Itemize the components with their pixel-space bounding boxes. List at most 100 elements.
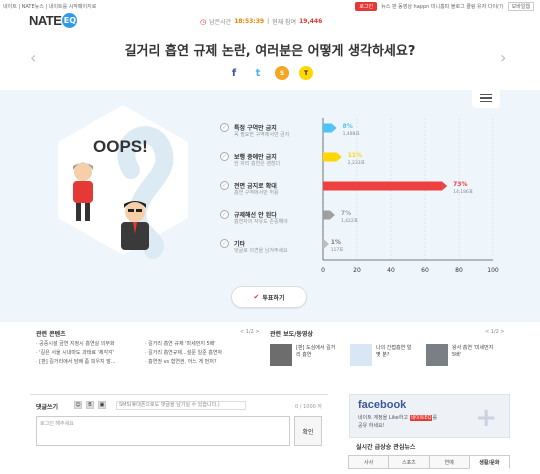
- bar: [323, 239, 324, 249]
- prev-arrow-icon[interactable]: ‹: [30, 48, 36, 67]
- top-bar: 네이트 | NATE뉴스 | 내이트를 시작페이지로 로그인 뉴스 판 동영상 …: [0, 0, 540, 12]
- oops-illustration: OOPS!: [58, 105, 188, 259]
- vote-button-label: 투표하기: [262, 294, 285, 302]
- news-caption[interactable]: [판] 도심에서 길거리 흡연: [296, 345, 336, 359]
- facebook-desc: 네이트 계정을 Like하고 네이트EQ를 공유 하세요!: [358, 414, 437, 430]
- x-tick-label: 60: [421, 267, 429, 274]
- related-link[interactable]: · 길거리 흡연규제...설문 일준 흡연자: [145, 349, 222, 358]
- menu-icon[interactable]: [472, 88, 500, 108]
- x-tick-label: 100: [487, 267, 499, 274]
- x-tick-label: 20: [353, 267, 361, 274]
- x-tick-label: 80: [455, 267, 463, 274]
- related-section: 관련 콘텐츠 < 1/2 > · 공중시설 금연 지정시 흡연실 의무화 · '…: [30, 326, 510, 378]
- facebook-desc-text: 네이트 계정을 Like하고: [358, 415, 408, 421]
- bar-tip: [331, 123, 337, 133]
- participants-label: 현재 참여: [272, 19, 297, 26]
- data-label: 1%: [331, 239, 341, 246]
- next-arrow-icon[interactable]: ›: [500, 48, 506, 67]
- option-check-icon[interactable]: ✓: [220, 152, 229, 161]
- related-link[interactable]: · 길거리 흡연 규제 '마세먼지 5배': [145, 340, 222, 349]
- realtime-tabs: 사사 스포츠 연예 생활/문화: [348, 455, 510, 469]
- news-caption[interactable]: 나의 간접흡연 얼 몇 분?: [376, 345, 416, 359]
- related-list-1: · 공중시설 금연 지정시 흡연실 의무화 · '길은 서울 시내마도 과태료 …: [36, 340, 116, 367]
- tab-society[interactable]: 사사: [348, 455, 390, 469]
- clock-icon: ◷: [200, 17, 207, 26]
- related-pager[interactable]: < 1/2 >: [240, 329, 260, 335]
- plus-icon[interactable]: +: [475, 403, 497, 433]
- mobile-web-button[interactable]: 모바일웹: [507, 2, 534, 11]
- tab-sports[interactable]: 스포츠: [388, 455, 430, 469]
- nate-eq-tag: 네이트EQ: [409, 415, 433, 421]
- x-tick-label: 0: [321, 267, 325, 274]
- related-link[interactable]: · [판] 길거리에서 담배 좀 피우지 말...: [36, 358, 116, 367]
- related-link[interactable]: · '길은 서울 시내마도 과태료 '제각각': [36, 349, 116, 358]
- bar: [323, 210, 330, 220]
- realtime-news-title: 실시간 급상승 관심뉴스: [356, 444, 416, 451]
- option-subtitle: 꼭 필요한 구역에서만 금지: [234, 132, 290, 138]
- news-caption[interactable]: 왕사 흡연 '미세먼지 5배': [452, 345, 498, 359]
- news-thumbnail[interactable]: [350, 344, 372, 366]
- time-label: 남은시간: [209, 19, 232, 26]
- vote-count-label: 14,186표: [453, 189, 473, 195]
- comment-input[interactable]: 로그인 해주세요: [36, 416, 290, 446]
- kakaostory-share-icon[interactable]: S: [275, 66, 289, 80]
- poll-meta: ◷ 남은시간 18:53:39 | 현재 참여 19,446: [200, 17, 323, 27]
- data-label: 7%: [341, 210, 351, 217]
- related-title: 관련 콘텐츠: [36, 331, 66, 338]
- related-link[interactable]: · 흡연권 vs 혐연권, 어느 게 먼저?: [145, 358, 222, 367]
- divider: |: [267, 18, 270, 25]
- top-links[interactable]: 네이트 | NATE뉴스 | 내이트를 시작페이지로: [3, 3, 96, 10]
- bar-tip: [324, 239, 329, 249]
- option-subtitle: 댓글로 의견을 남겨주세요: [234, 248, 288, 254]
- participant-count: 19,446: [299, 18, 323, 25]
- comment-box: 댓글쓰기 ☺ B ▣ SMS(휴대폰으로도 댓글을 남기실 수 있습니다.) 0…: [30, 394, 328, 474]
- news-pager[interactable]: < 1/2 >: [485, 329, 505, 335]
- option-subtitle: 흡연 구역에서만 허용: [234, 190, 279, 196]
- option-subtitle: 흡연자의 자유도 존중해야: [234, 219, 288, 225]
- vote-count-label: 2,233표: [348, 160, 365, 166]
- comment-submit-button[interactable]: 확인: [294, 416, 322, 446]
- remaining-time: 18:53:39: [234, 18, 265, 25]
- twitter-share-icon[interactable]: t: [251, 66, 265, 80]
- nate-eq-logo[interactable]: NATE EQ: [29, 12, 78, 28]
- oops-text: OOPS!: [93, 137, 148, 156]
- option-check-icon[interactable]: ✓: [220, 210, 229, 219]
- facebook-desc-share: 공유 하세요!: [358, 423, 385, 429]
- data-label: 73%: [453, 181, 467, 188]
- login-button[interactable]: 로그인: [355, 2, 378, 11]
- news-thumbnail[interactable]: [426, 344, 448, 366]
- data-label: 8%: [343, 123, 353, 130]
- poll-question: 길거리 흡연 규제 논란, 여러분은 어떻게 생각하세요?: [124, 44, 416, 59]
- related-news-title: 관련 보도/동영상: [270, 331, 313, 338]
- vote-count-label: 1,422표: [341, 218, 358, 224]
- option-check-icon[interactable]: ✓: [220, 181, 229, 190]
- bar: [323, 152, 337, 162]
- facebook-logo[interactable]: facebook: [358, 399, 406, 411]
- facebook-desc-suffix: 를: [432, 415, 438, 421]
- eq-badge: EQ: [62, 12, 78, 28]
- kakaotalk-share-icon[interactable]: T: [299, 66, 313, 80]
- vote-button[interactable]: ✔ 투표하기: [231, 286, 307, 308]
- bar-tip: [329, 210, 335, 220]
- related-list-2: · 길거리 흡연 규제 '마세먼지 5배' · 길거리 흡연규제...설문 일준…: [145, 340, 222, 367]
- service-links[interactable]: 뉴스 판 동영상 happn 미니홈피 블로그 쿨링 유저 다이(?): [381, 3, 503, 10]
- option-check-icon[interactable]: ✓: [220, 123, 229, 132]
- tab-life-culture[interactable]: 생활/문화: [468, 455, 510, 469]
- image-icon[interactable]: ▣: [98, 401, 106, 409]
- news-thumbnail[interactable]: [270, 344, 292, 366]
- data-label: 11%: [348, 152, 362, 159]
- tab-entertainment[interactable]: 연예: [428, 455, 470, 469]
- option-subtitle: 한 자리 흡연은 괜찮다: [234, 161, 281, 167]
- check-icon: ✔: [253, 293, 260, 301]
- logo-text: NATE: [29, 12, 62, 28]
- bar: [323, 123, 332, 133]
- comment-title: 댓글쓰기: [36, 404, 59, 411]
- bold-icon[interactable]: B: [86, 401, 94, 409]
- bar: [323, 181, 443, 191]
- facebook-share-icon[interactable]: f: [227, 66, 241, 80]
- related-link[interactable]: · 공중시설 금연 지정시 흡연실 의무화: [36, 340, 116, 349]
- facebook-box: facebook 네이트 계정을 Like하고 네이트EQ를 공유 하세요! +: [349, 394, 510, 438]
- bar-tip: [442, 181, 448, 191]
- option-check-icon[interactable]: ✓: [220, 239, 229, 248]
- emoticon-icon[interactable]: ☺: [74, 401, 82, 409]
